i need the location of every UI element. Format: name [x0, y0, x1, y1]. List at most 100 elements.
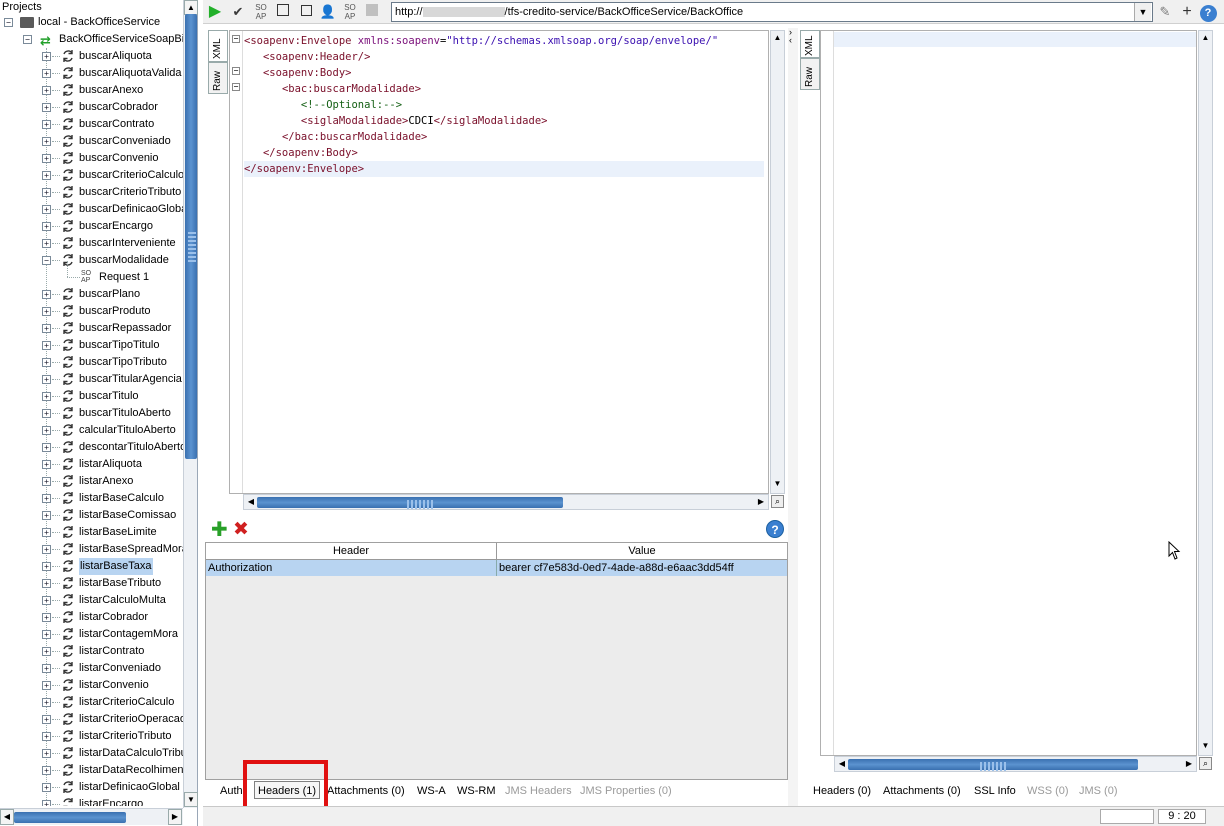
response-xml-editor[interactable] [820, 30, 1197, 756]
tab-ws-rm[interactable]: WS-RM [457, 782, 496, 800]
operation-expand-toggle[interactable]: + [42, 528, 51, 537]
tab-auth[interactable]: Auth [220, 782, 243, 800]
collapse-arrows-icon[interactable]: › ‹ [789, 28, 792, 45]
scroll-thumb[interactable] [848, 759, 1138, 771]
window-icon[interactable] [297, 3, 315, 21]
editor-horizontal-scrollbar[interactable]: ◀ ▶ [243, 494, 769, 510]
header-value-cell[interactable]: bearer cf7e583d-0ed7-4ade-a88d-e6aac3dd5… [497, 560, 787, 576]
tab-response-headers[interactable]: Headers (0) [813, 782, 871, 800]
table-row[interactable]: Authorization bearer cf7e583d-0ed7-4ade-… [206, 560, 787, 576]
zoom-icon[interactable]: ⌕ [1199, 757, 1212, 770]
scroll-up-icon[interactable]: ▲ [184, 0, 198, 15]
soap-create-icon[interactable]: SO AP [252, 3, 270, 21]
soap-endpoint-icon[interactable]: SO AP [341, 3, 359, 21]
project-collapse-toggle[interactable]: − [4, 18, 13, 27]
fold-toggle[interactable]: − [232, 35, 240, 43]
tab-attachments[interactable]: Attachments (0) [327, 782, 405, 800]
help-icon[interactable]: ? [766, 520, 784, 538]
stop-icon[interactable] [363, 3, 381, 21]
fold-toggle[interactable]: − [232, 83, 240, 91]
fold-toggle[interactable]: − [232, 67, 240, 75]
operation-expand-toggle[interactable]: + [42, 749, 51, 758]
scroll-thumb[interactable] [257, 497, 563, 509]
operation-expand-toggle[interactable]: + [42, 409, 51, 418]
scroll-down-icon[interactable]: ▼ [1199, 739, 1212, 754]
operation-expand-toggle[interactable]: + [42, 222, 51, 231]
operation-expand-toggle[interactable]: + [42, 426, 51, 435]
scroll-right-icon[interactable]: ▶ [168, 809, 182, 825]
operation-expand-toggle[interactable]: + [42, 154, 51, 163]
chevron-down-icon[interactable]: ▼ [1134, 3, 1151, 21]
format-icon[interactable] [274, 3, 292, 21]
scroll-down-icon[interactable]: ▼ [184, 792, 198, 807]
editor-vertical-scrollbar[interactable]: ▲ ▼ [770, 30, 785, 494]
run-request-icon[interactable]: ▶ [206, 3, 224, 21]
operation-expand-toggle[interactable]: + [42, 120, 51, 129]
user-icon[interactable]: 👤 [319, 3, 337, 21]
operation-expand-toggle[interactable]: + [42, 443, 51, 452]
operation-expand-toggle[interactable]: + [42, 494, 51, 503]
panel-splitter[interactable]: › ‹ [788, 28, 798, 808]
scroll-thumb[interactable] [185, 14, 197, 459]
scroll-up-icon[interactable]: ▲ [771, 31, 784, 46]
operation-expand-toggle[interactable]: + [42, 579, 51, 588]
operation-expand-toggle[interactable]: + [42, 511, 51, 520]
header-name-cell[interactable]: Authorization [206, 560, 497, 576]
operation-expand-toggle[interactable]: + [42, 681, 51, 690]
operation-expand-toggle[interactable]: + [42, 188, 51, 197]
check-icon[interactable]: ✔ [229, 3, 247, 21]
tab-jms-properties[interactable]: JMS Properties (0) [580, 782, 672, 800]
help-icon[interactable]: ? [1199, 3, 1217, 22]
tree-vertical-scrollbar[interactable]: ▲ ▼ [183, 0, 198, 808]
operation-expand-toggle[interactable]: + [42, 460, 51, 469]
operation-expand-toggle[interactable]: + [42, 766, 51, 775]
scroll-up-icon[interactable]: ▲ [1199, 31, 1212, 46]
operation-expand-toggle[interactable]: + [42, 732, 51, 741]
scroll-down-icon[interactable]: ▼ [771, 477, 784, 492]
tab-xml[interactable]: XML [208, 30, 228, 62]
operation-expand-toggle[interactable]: + [42, 562, 51, 571]
operation-expand-toggle[interactable]: + [42, 800, 51, 806]
tab-raw[interactable]: Raw [800, 58, 820, 90]
tab-xml[interactable]: XML [800, 30, 820, 58]
operation-expand-toggle[interactable]: − [42, 256, 51, 265]
operation-expand-toggle[interactable]: + [42, 137, 51, 146]
operation-expand-toggle[interactable]: + [42, 52, 51, 61]
column-header-value[interactable]: Value [497, 543, 787, 560]
add-header-icon[interactable]: ✚ [211, 520, 228, 540]
operation-expand-toggle[interactable]: + [42, 290, 51, 299]
operation-expand-toggle[interactable]: + [42, 307, 51, 316]
operation-expand-toggle[interactable]: + [42, 205, 51, 214]
add-icon[interactable]: + [1178, 3, 1196, 21]
scroll-thumb[interactable] [14, 812, 126, 823]
scroll-right-icon[interactable]: ▶ [1182, 757, 1196, 771]
scroll-left-icon[interactable]: ◀ [835, 757, 849, 771]
operation-expand-toggle[interactable]: + [42, 647, 51, 656]
operation-expand-toggle[interactable]: + [42, 324, 51, 333]
scroll-right-icon[interactable]: ▶ [754, 495, 768, 509]
tab-response-attachments[interactable]: Attachments (0) [883, 782, 961, 800]
operation-expand-toggle[interactable]: + [42, 239, 51, 248]
tab-ssl-info[interactable]: SSL Info [974, 782, 1016, 800]
operation-expand-toggle[interactable]: + [42, 392, 51, 401]
operation-expand-toggle[interactable]: + [42, 783, 51, 792]
operation-expand-toggle[interactable]: + [42, 358, 51, 367]
tree-horizontal-scrollbar[interactable]: ◀ ▶ [0, 808, 183, 825]
operation-expand-toggle[interactable]: + [42, 613, 51, 622]
operation-expand-toggle[interactable]: + [42, 86, 51, 95]
response-horizontal-scrollbar[interactable]: ◀ ▶ [834, 756, 1197, 772]
endpoint-url-field[interactable]: http:// /tfs-credito-service/BackOfficeSe… [391, 2, 1153, 22]
scroll-left-icon[interactable]: ◀ [0, 809, 14, 825]
operation-expand-toggle[interactable]: + [42, 171, 51, 180]
zoom-icon[interactable]: ⌕ [771, 495, 784, 508]
operation-expand-toggle[interactable]: + [42, 477, 51, 486]
operation-expand-toggle[interactable]: + [42, 103, 51, 112]
response-vertical-scrollbar[interactable]: ▲ ▼ [1198, 30, 1213, 756]
edit-endpoint-icon[interactable]: ✎ [1156, 3, 1174, 21]
binding-collapse-toggle[interactable]: − [23, 35, 32, 44]
tab-jms-headers[interactable]: JMS Headers [505, 782, 572, 800]
operation-expand-toggle[interactable]: + [42, 69, 51, 78]
operation-expand-toggle[interactable]: + [42, 545, 51, 554]
operation-expand-toggle[interactable]: + [42, 664, 51, 673]
request-xml-editor[interactable]: − − − <soapenv:Envelope xmlns:soapenv="h… [229, 30, 769, 494]
